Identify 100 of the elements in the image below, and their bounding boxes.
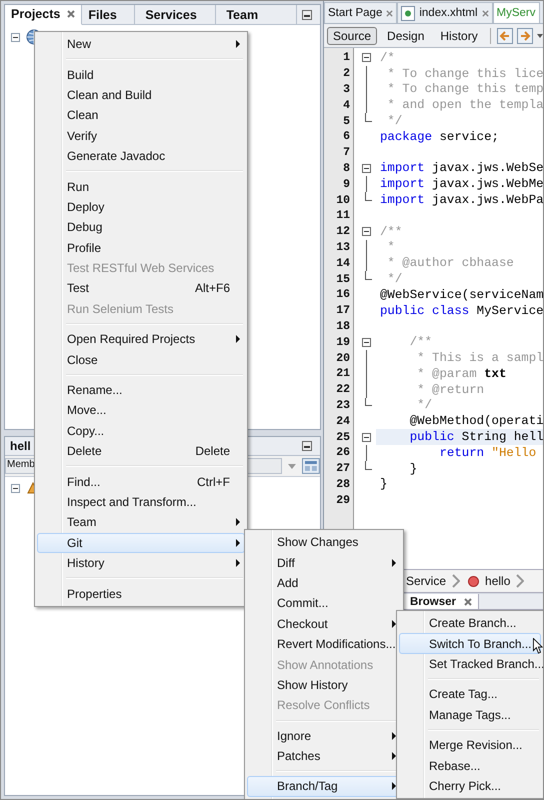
line-number: 2 xyxy=(342,67,351,80)
panel-tab[interactable]: Browser xyxy=(404,594,480,609)
breadcrumb[interactable]: hello xyxy=(485,574,510,588)
menu-item[interactable]: Rename... xyxy=(37,380,245,400)
menu-item[interactable]: Build xyxy=(37,64,245,85)
code-line: /* xyxy=(379,50,395,65)
menu-item[interactable]: Create Branch... xyxy=(399,613,541,634)
collapse-icon[interactable] xyxy=(11,32,20,42)
forward-icon[interactable] xyxy=(516,28,533,44)
close-icon[interactable] xyxy=(482,10,489,16)
editor-tab[interactable]: Start Page xyxy=(324,2,398,23)
menu-item[interactable]: Delete Delete xyxy=(37,441,245,462)
panel-tab[interactable]: Services xyxy=(135,5,216,24)
close-icon[interactable] xyxy=(386,10,394,16)
submenu-arrow-icon xyxy=(236,538,240,547)
fold-icon[interactable] xyxy=(362,164,370,173)
line-number: 17 xyxy=(335,304,351,318)
caret-icon[interactable] xyxy=(536,34,543,38)
editor-tab[interactable]: MyServ xyxy=(492,2,540,23)
code-line: * To change this lice xyxy=(386,66,543,81)
line-number: 14 xyxy=(335,256,351,270)
fold-icon[interactable] xyxy=(362,227,370,236)
menu-item[interactable]: Diff xyxy=(247,552,401,573)
menu-item[interactable]: Clean and Build xyxy=(37,84,245,106)
code-line: * This is a sampl xyxy=(416,351,543,366)
submenu-arrow-icon xyxy=(392,752,396,760)
close-icon[interactable] xyxy=(464,598,472,606)
menu-item[interactable]: Run xyxy=(37,176,245,197)
line-number: 13 xyxy=(335,240,351,254)
line-number: 26 xyxy=(335,446,351,460)
breadcrumb[interactable]: Service xyxy=(406,574,446,588)
submenu-arrow-icon xyxy=(236,40,240,48)
line-number: 21 xyxy=(335,367,351,380)
submenu-arrow-icon xyxy=(392,620,396,628)
code-line: * xyxy=(386,240,395,254)
menu-item[interactable]: Verify xyxy=(37,126,245,146)
minimize-icon[interactable] xyxy=(302,441,312,451)
line-number: 6 xyxy=(342,130,351,144)
fold-icon[interactable] xyxy=(362,53,370,62)
line-number: 24 xyxy=(335,414,351,428)
code-line: * To change this temp xyxy=(386,82,543,96)
fold-icon[interactable] xyxy=(362,338,370,347)
back-icon[interactable] xyxy=(496,28,513,44)
menu-item[interactable]: Switch To Branch... xyxy=(399,633,541,654)
line-number: 16 xyxy=(335,288,351,302)
menu-item[interactable]: Generate Javadoc xyxy=(37,146,245,166)
menu-item[interactable]: Cherry Pick... xyxy=(399,776,541,796)
editor-tab[interactable]: index.xhtml xyxy=(397,2,493,23)
panel-tab[interactable]: Files xyxy=(82,5,136,24)
panel-title: hell xyxy=(9,439,31,453)
menu-item[interactable]: Team xyxy=(37,512,245,533)
layout-icon[interactable] xyxy=(302,458,320,474)
line-number: 12 xyxy=(335,225,351,238)
menu-item[interactable]: Deploy xyxy=(37,196,245,218)
menu-item[interactable]: History xyxy=(37,552,245,574)
line-number: 20 xyxy=(335,352,351,365)
menu-item[interactable]: Add xyxy=(247,572,401,594)
method-icon xyxy=(468,576,480,586)
submenu-arrow-icon xyxy=(236,335,240,344)
menu-item[interactable]: Clean xyxy=(37,105,245,126)
panel-tab[interactable]: Projects xyxy=(5,4,82,24)
panel-tab[interactable]: Team xyxy=(216,5,298,24)
line-number: 22 xyxy=(335,383,351,396)
menu-item[interactable]: Properties xyxy=(37,583,245,604)
line-number: 25 xyxy=(335,430,351,444)
menu-item[interactable]: Manage Tags... xyxy=(399,704,541,725)
menu-item[interactable]: Merge Revision... xyxy=(399,734,541,756)
view-tab[interactable]: Source xyxy=(327,26,378,44)
chevron-icon xyxy=(516,574,524,588)
view-tab[interactable]: History xyxy=(434,26,484,44)
close-icon[interactable] xyxy=(67,10,76,18)
minimize-icon[interactable] xyxy=(302,10,312,20)
line-number: 11 xyxy=(335,209,351,222)
code-line: } xyxy=(379,477,388,492)
menu-item[interactable]: Commit... xyxy=(247,593,401,614)
menu-item[interactable]: Rebase... xyxy=(399,755,541,776)
menu-item[interactable]: Open Required Projects xyxy=(37,329,245,350)
menu-item[interactable]: New xyxy=(37,34,245,54)
view-tab[interactable]: Design xyxy=(381,26,430,44)
menu-item[interactable]: Move... xyxy=(37,400,245,421)
code-line: * @param txt xyxy=(416,366,506,381)
menu-item[interactable]: Set Tracked Branch... xyxy=(399,654,541,674)
menu-item[interactable]: Show Changes xyxy=(247,532,401,552)
menu-item[interactable]: Test Alt+F6 xyxy=(37,278,245,299)
line-number: 9 xyxy=(342,178,351,191)
code-line: * and open the templa xyxy=(386,98,543,112)
menu-item[interactable]: Find... Ctrl+F xyxy=(37,471,245,492)
collapse-icon[interactable] xyxy=(11,484,20,492)
menu-item[interactable]: Create Tag... xyxy=(399,684,541,705)
menu-item[interactable]: Git xyxy=(37,532,245,553)
submenu-arrow-icon xyxy=(392,558,396,567)
menu-item[interactable]: Profile xyxy=(37,238,245,258)
menu-item[interactable]: Inspect and Transform... xyxy=(37,492,245,512)
menu-item[interactable]: Close xyxy=(37,349,245,370)
code-line: */ xyxy=(386,114,402,128)
code-line: import javax.jws.WebPa xyxy=(379,193,543,208)
fold-icon[interactable] xyxy=(362,432,370,442)
code-line: * @author cbhaase xyxy=(386,256,514,270)
menu-item[interactable]: Copy... xyxy=(37,420,245,442)
menu-item[interactable]: Debug xyxy=(37,217,245,238)
